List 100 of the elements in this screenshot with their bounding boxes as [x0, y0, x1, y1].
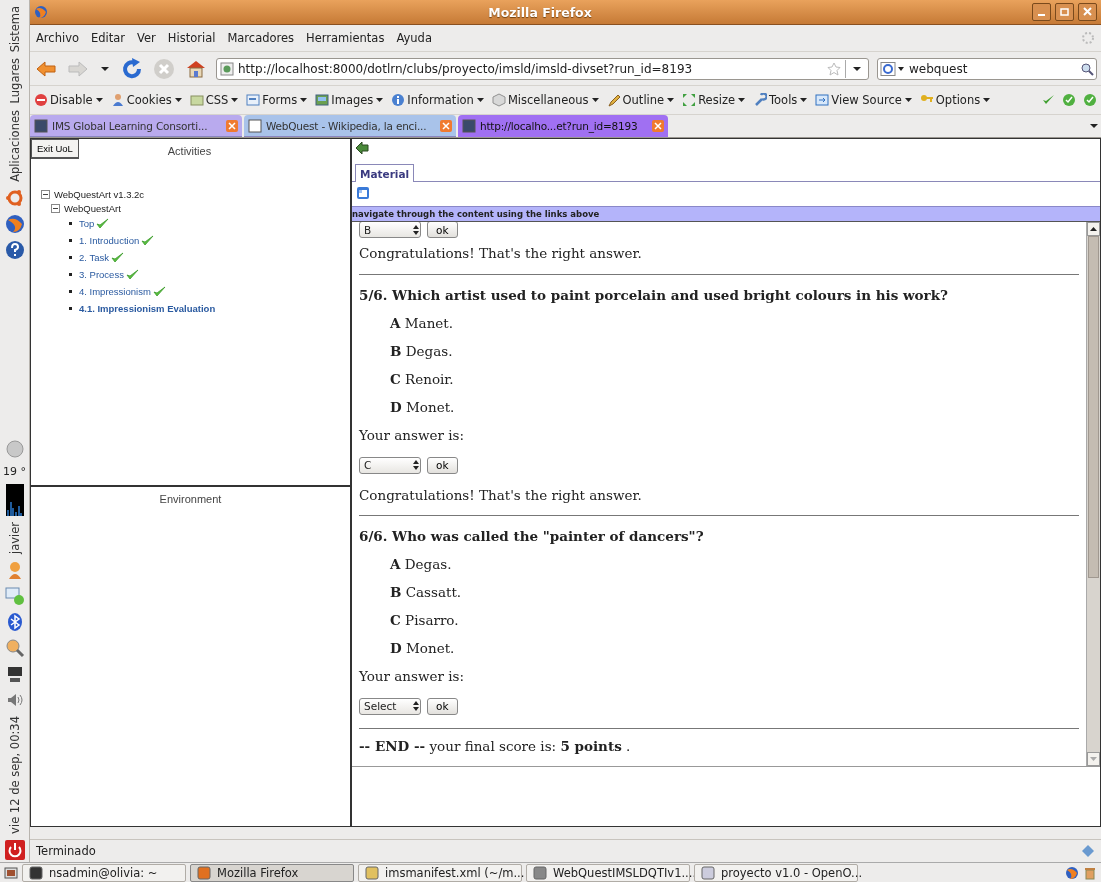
answer-option: C Renoir.	[390, 371, 454, 387]
answer-prompt: Your answer is:	[359, 668, 465, 684]
answer-select[interactable]: Select	[359, 697, 421, 715]
activity-link[interactable]: 3. Process	[79, 269, 124, 280]
magnifier-icon[interactable]	[4, 638, 25, 659]
panel-menu[interactable]: Lugares	[7, 58, 22, 104]
panel-menu[interactable]: Aplicaciones	[7, 109, 22, 182]
close-icon[interactable]	[652, 120, 664, 132]
toolbar-menu[interactable]: Outline	[606, 93, 676, 107]
power-icon[interactable]	[4, 840, 25, 860]
answer-select[interactable]: B	[359, 222, 421, 238]
clock[interactable]: vie 12 de sep, 00:34	[7, 716, 22, 834]
activity-link[interactable]: 4. Impressionism	[79, 286, 151, 297]
menu-item[interactable]: Editar	[91, 31, 126, 45]
bullet-icon	[69, 290, 72, 293]
toolbar-menu[interactable]: Resize	[682, 93, 746, 107]
minimize-button[interactable]	[1032, 3, 1051, 21]
star-icon[interactable]	[827, 61, 841, 76]
ring-logo-icon[interactable]	[4, 187, 25, 208]
info-icon	[391, 93, 406, 107]
window-title: Mozilla Firefox	[487, 4, 593, 20]
site-icon	[248, 118, 262, 133]
tree-item[interactable]: WebQuestArt v1.3.2c	[54, 188, 145, 200]
toolbar-menu[interactable]: Options	[919, 93, 992, 107]
exit-button[interactable]: Exit UoL	[31, 139, 79, 159]
answer-option: B Cassatt.	[390, 584, 462, 600]
site-icon	[34, 118, 48, 133]
user-name[interactable]: javier	[7, 522, 22, 555]
cpu-graph[interactable]	[5, 484, 24, 517]
site-icon	[220, 61, 234, 76]
status-text: Terminado	[36, 844, 97, 858]
tree-item[interactable]: WebQuestArt	[64, 202, 121, 214]
collapse-icon[interactable]	[41, 189, 50, 199]
ok-button[interactable]: ok	[427, 456, 458, 474]
answer-option: A Manet.	[390, 315, 454, 331]
form-icon	[246, 93, 261, 107]
ok-button[interactable]: ok	[427, 222, 458, 238]
search-icon[interactable]	[1080, 61, 1094, 76]
activity-link[interactable]: Top	[79, 218, 95, 229]
menu-item[interactable]: Ayuda	[396, 31, 432, 45]
check-circle-icon[interactable]	[1062, 93, 1076, 107]
close-icon[interactable]	[440, 119, 452, 132]
toolbar-menu[interactable]: Images	[315, 93, 385, 107]
activity-link[interactable]: 4.1. Impressionism Evaluation	[79, 303, 216, 314]
spinner-icon	[412, 700, 420, 712]
reload-icon[interactable]	[120, 56, 144, 81]
close-button[interactable]	[1078, 3, 1097, 21]
toolbar-menu[interactable]: Forms	[246, 93, 309, 107]
answer-select[interactable]: C	[359, 456, 421, 474]
toolbar-menu[interactable]: Information	[391, 93, 485, 107]
maximize-button[interactable]	[1055, 3, 1074, 21]
content-tab[interactable]: Material	[355, 164, 415, 182]
menu-item[interactable]: Ver	[137, 31, 156, 45]
app-icon	[533, 865, 547, 880]
desktop-icon[interactable]	[4, 865, 18, 880]
back-icon[interactable]	[355, 141, 369, 155]
weather-icon[interactable]	[4, 439, 25, 460]
answer-option: A Degas.	[390, 556, 452, 572]
toolbar-menu[interactable]: Tools	[753, 93, 809, 107]
scroll-up-icon[interactable]	[1087, 222, 1100, 236]
toolbar-menu[interactable]: Disable	[34, 93, 104, 107]
activity-link[interactable]: 1. Introduction	[79, 235, 140, 246]
browser-tab[interactable]: WebQuest - Wikipedia, la enci...	[244, 115, 456, 137]
final-score: -- END -- your final score is: 5 points .	[359, 738, 631, 754]
window-icon[interactable]	[356, 186, 370, 200]
image-icon	[315, 93, 330, 107]
browser-tab[interactable]: http://localho...et?run_id=8193	[458, 115, 668, 137]
check-circle-icon[interactable]	[1083, 93, 1097, 107]
search-field[interactable]: webquest	[877, 57, 1097, 80]
cube-icon	[491, 93, 506, 107]
search-engine-icon[interactable]	[880, 61, 906, 76]
menu-item[interactable]: Herramientas	[306, 31, 385, 45]
browser-tab[interactable]: IMS Global Learning Consorti...	[30, 115, 242, 137]
menu-item[interactable]: Historial	[167, 31, 216, 45]
taskbar-button[interactable]: imsmanifest.xml (~/m...	[358, 863, 522, 882]
trash-icon[interactable]	[1083, 865, 1097, 880]
toolbar-menu[interactable]: Miscellaneous	[491, 93, 600, 107]
globe-icon[interactable]	[1065, 865, 1079, 880]
collapse-icon[interactable]	[51, 203, 60, 213]
menu-item[interactable]: Archivo	[36, 31, 79, 45]
temperature-label: 19 °	[3, 465, 26, 479]
scrollbar[interactable]	[1086, 222, 1100, 766]
answer-option: B Degas.	[390, 343, 453, 359]
scroll-down-icon[interactable]	[1087, 752, 1100, 766]
globe-icon[interactable]	[4, 213, 25, 234]
close-icon[interactable]	[226, 119, 238, 132]
help-icon[interactable]	[4, 239, 25, 260]
toolbar-menu[interactable]: CSS	[189, 93, 240, 107]
toolbar-menu[interactable]: Cookies	[110, 93, 183, 107]
panel-menu[interactable]: Sistema	[7, 6, 22, 53]
bullet-icon	[69, 239, 72, 242]
no-entry-icon	[34, 93, 48, 107]
address-field[interactable]: http://localhost:8000/dotlrn/clubs/proyecto/imsld/imsld-divset?run_id=8193	[216, 57, 869, 80]
activity-link[interactable]: 2. Task	[79, 252, 109, 263]
menu-item[interactable]: Marcadores	[227, 31, 295, 45]
toolbar-menu[interactable]: View Source	[815, 93, 913, 107]
spinner-icon	[412, 459, 420, 471]
taskbar-button[interactable]: Mozilla Firefox	[190, 863, 354, 882]
taskbar-button[interactable]: nsadmin@olivia: ~	[22, 863, 186, 882]
ok-button[interactable]: ok	[427, 697, 458, 715]
